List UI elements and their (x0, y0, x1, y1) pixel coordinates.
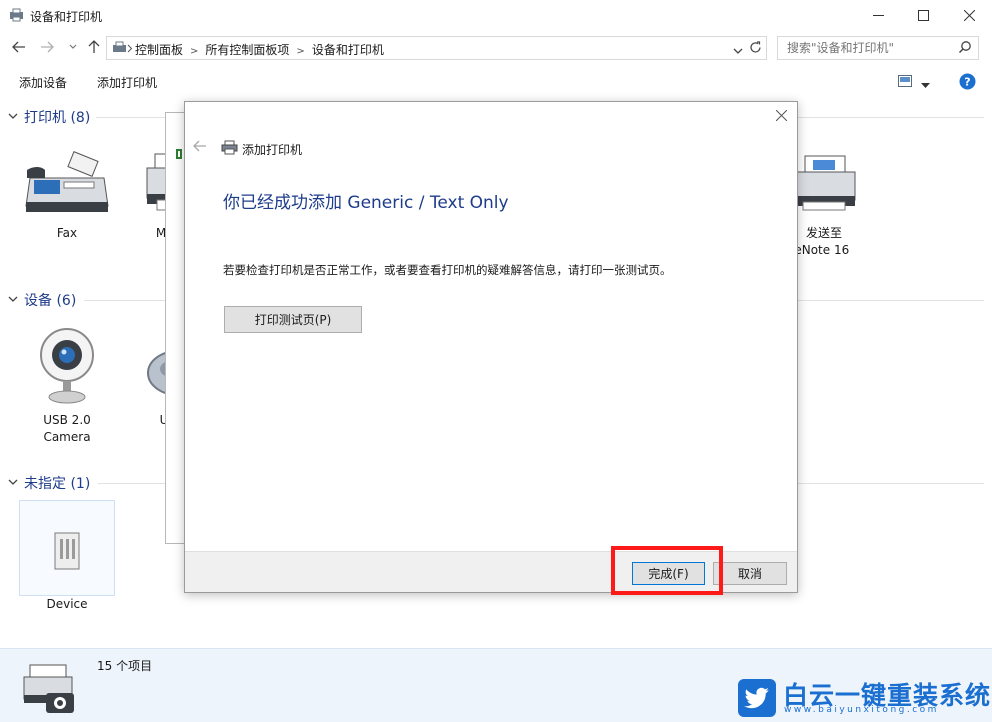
device-item-device[interactable] (19, 500, 115, 596)
group-header-devices[interactable]: 设备 (6) (8, 290, 76, 310)
arrow-left-icon (12, 41, 25, 53)
control-panel-icon (112, 41, 128, 58)
breadcrumb-item[interactable]: 控制面板 (135, 43, 183, 57)
close-button[interactable] (946, 0, 992, 31)
breadcrumb-item[interactable]: 设备和打印机 (312, 43, 384, 57)
print-test-page-button[interactable]: 打印测试页(P) (224, 306, 362, 333)
view-dropdown-button[interactable] (921, 78, 930, 92)
chevron-down-icon (733, 48, 743, 54)
device-label: Device (46, 597, 88, 611)
svg-text:?: ? (964, 76, 970, 89)
back-button[interactable] (10, 38, 28, 56)
minimize-icon (872, 15, 884, 16)
dialog-close-button[interactable] (775, 109, 788, 124)
arrow-left-icon (193, 140, 206, 152)
chevron-down-icon (8, 295, 18, 306)
maximize-button[interactable] (900, 0, 946, 31)
arrow-up-icon (88, 40, 100, 53)
group-label: 打印机 (8) (24, 110, 91, 126)
webcam-icon (40, 328, 94, 404)
close-icon (775, 109, 788, 122)
divider (798, 483, 984, 484)
devices-printers-app-icon (9, 8, 25, 25)
printer-icon (221, 140, 238, 158)
device-item-fax[interactable]: Fax (19, 150, 115, 242)
minimize-button[interactable] (855, 0, 901, 31)
background-dialog (165, 112, 186, 544)
add-printer-dialog: 添加打印机 你已经成功添加 Generic / Text Only 若要检查打印… (184, 101, 798, 593)
forward-button[interactable] (38, 38, 56, 56)
item-count: 15 个项目 (97, 659, 153, 673)
fax-icon (25, 151, 109, 212)
recent-locations-button[interactable] (64, 38, 82, 56)
refresh-icon (750, 41, 761, 53)
group-label: 设备 (6) (24, 293, 77, 309)
chevron-down-icon (8, 478, 18, 489)
breadcrumb: 控制面板 > 所有控制面板项 > 设备和打印机 (135, 41, 384, 58)
group-header-printers[interactable]: 打印机 (8) (8, 107, 90, 127)
chevron-right-icon (127, 42, 133, 56)
watermark: 白云一键重装系统 www.baiyunxitong.com (738, 676, 990, 720)
view-icon (898, 75, 912, 87)
divider (798, 300, 984, 301)
up-button[interactable] (85, 38, 103, 56)
dialog-message: 若要检查打印机是否正常工作，或者要查看打印机的疑难解答信息，请打印一张测试页。 (223, 263, 672, 277)
help-button[interactable]: ? (959, 73, 976, 93)
chevron-down-icon (69, 44, 77, 49)
device-label-line2: Camera (43, 430, 91, 444)
dialog-title: 添加打印机 (242, 143, 303, 157)
device-label: Fax (56, 226, 78, 240)
command-bar: 添加设备 添加打印机 ? (0, 67, 992, 97)
window-title: 设备和打印机 (30, 10, 103, 24)
address-bar[interactable]: 控制面板 > 所有控制面板项 > 设备和打印机 (106, 36, 767, 60)
divider (798, 117, 984, 118)
view-options-button[interactable] (898, 75, 912, 90)
search-icon[interactable] (958, 40, 972, 57)
finish-button-highlight (611, 546, 723, 595)
bird-logo-icon (738, 679, 776, 717)
search-box (777, 36, 979, 60)
add-device-button[interactable]: 添加设备 (19, 74, 67, 91)
dialog-heading: 你已经成功添加 Generic / Text Only (223, 193, 509, 213)
caret-down-icon (921, 83, 930, 88)
cancel-button[interactable]: 取消 (713, 562, 787, 585)
title-bar: 设备和打印机 (0, 0, 992, 31)
group-header-unspecified[interactable]: 未指定 (1) (8, 473, 90, 493)
maximize-icon (917, 10, 929, 21)
generic-device-icon (54, 532, 80, 570)
arrow-right-icon (41, 41, 54, 53)
add-printer-button[interactable]: 添加打印机 (97, 74, 157, 91)
chevron-right-icon: > (190, 46, 199, 57)
printer-camera-icon (22, 663, 78, 718)
search-input[interactable] (778, 37, 953, 59)
chevron-right-icon: > (296, 46, 305, 57)
refresh-button[interactable] (749, 41, 762, 57)
device-item-usb-camera[interactable]: USB 2.0 Camera (19, 325, 115, 446)
close-icon (963, 10, 975, 21)
address-history-button[interactable] (733, 44, 743, 58)
dialog-back-button[interactable] (193, 140, 207, 156)
group-label: 未指定 (1) (24, 476, 91, 492)
device-label: USB 2.0 (43, 413, 91, 427)
help-icon: ? (959, 73, 976, 90)
watermark-url: www.baiyunxitong.com (784, 705, 939, 715)
chevron-down-icon (8, 112, 18, 123)
address-row: 控制面板 > 所有控制面板项 > 设备和打印机 (0, 33, 992, 61)
breadcrumb-item[interactable]: 所有控制面板项 (205, 43, 289, 57)
